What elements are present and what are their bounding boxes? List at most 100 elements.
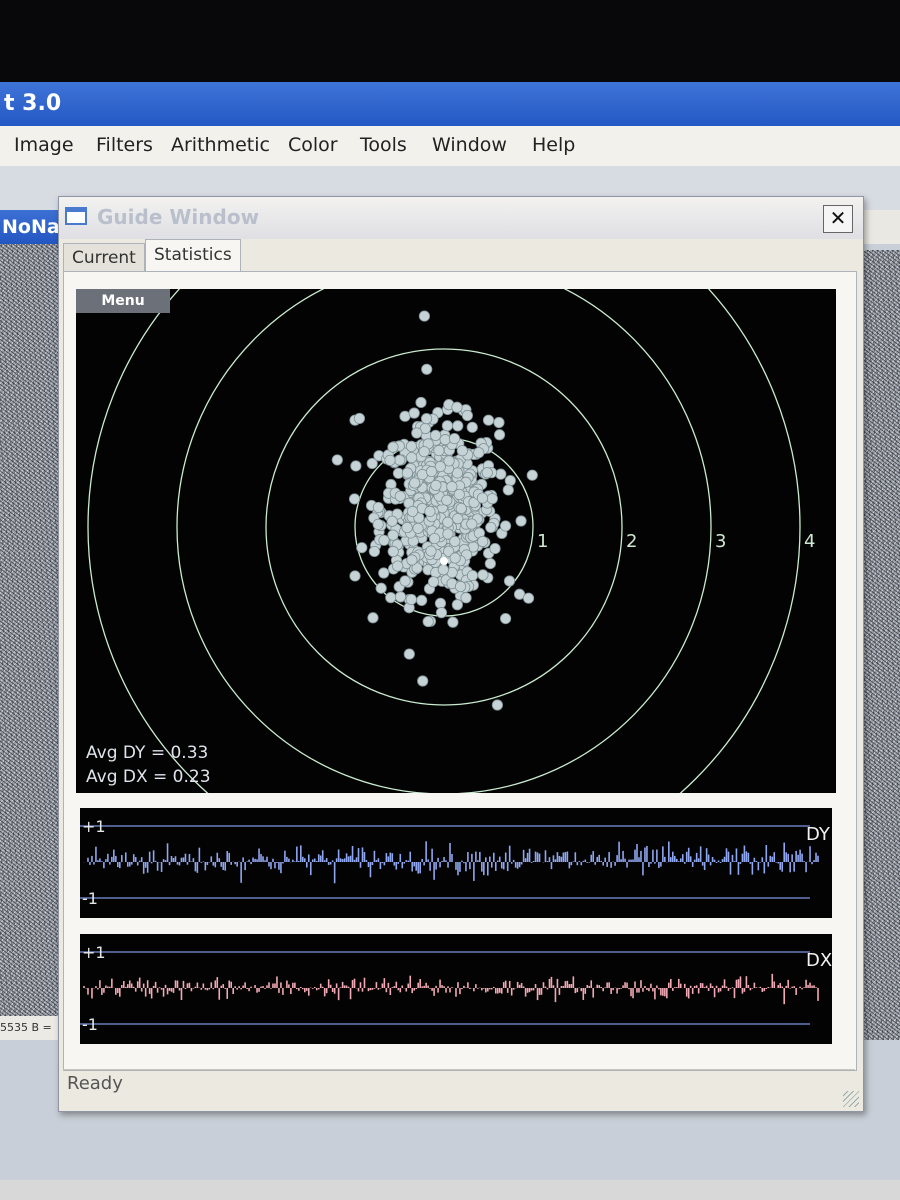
center-marker — [440, 557, 448, 565]
guide-point — [378, 534, 390, 546]
menu-image[interactable]: Image — [14, 134, 74, 156]
guide-point — [504, 475, 516, 487]
guide-point — [394, 490, 406, 502]
guide-point — [367, 612, 379, 624]
guide-point — [493, 429, 506, 441]
guide-point — [412, 522, 424, 535]
menu-bar: Image Filters Arithmetic Color Tools Win… — [0, 126, 900, 166]
guide-point — [420, 413, 433, 425]
guide-point — [425, 465, 438, 478]
menu-window[interactable]: Window — [432, 134, 507, 156]
guide-point — [401, 467, 413, 479]
guide-point — [385, 592, 397, 604]
guide-point — [466, 421, 478, 433]
ring-label-4: 4 — [804, 531, 815, 552]
guide-point — [408, 407, 420, 419]
scatter-plot: 1 2 3 4 — [87, 289, 815, 793]
guide-point — [461, 409, 473, 422]
guide-point — [366, 457, 378, 470]
guide-point — [441, 420, 454, 432]
guide-point — [405, 593, 417, 606]
menu-arithmetic[interactable]: Arithmetic — [171, 134, 270, 156]
guide-point — [493, 416, 505, 429]
guide-point — [455, 502, 467, 515]
guide-point — [447, 616, 459, 628]
window-icon — [65, 207, 87, 225]
guide-point — [378, 567, 390, 579]
image-window-left-title[interactable]: NoNa — [0, 210, 60, 244]
image-window-right[interactable] — [858, 210, 900, 1040]
guide-point — [499, 520, 512, 532]
guide-point — [502, 484, 514, 496]
guide-point — [485, 521, 497, 534]
guide-point — [433, 444, 445, 457]
tab-current[interactable]: Current — [63, 243, 145, 272]
guide-point — [430, 429, 442, 441]
guide-window-title: Guide Window — [97, 205, 260, 229]
guide-point — [481, 467, 493, 479]
guide-point — [331, 454, 343, 466]
guide-point — [394, 454, 406, 466]
guide-point — [372, 501, 384, 514]
noise-image-left — [0, 244, 60, 1016]
guide-point — [473, 447, 485, 459]
guide-point — [387, 441, 399, 453]
guide-point — [349, 570, 361, 582]
guide-point — [409, 477, 421, 489]
guide-point — [477, 535, 489, 548]
guide-window-title-bar[interactable]: Guide Window ✕ — [59, 197, 863, 239]
guide-point — [356, 542, 368, 554]
ring-label-3: 3 — [715, 531, 726, 552]
guide-point — [411, 427, 423, 439]
close-button[interactable]: ✕ — [823, 205, 853, 233]
guide-point — [491, 699, 503, 711]
guide-point — [526, 469, 538, 481]
tab-statistics[interactable]: Statistics — [145, 239, 241, 272]
guide-point — [368, 545, 381, 558]
guide-point — [434, 597, 447, 609]
monitor-bezel — [0, 0, 900, 82]
guide-point — [394, 591, 407, 603]
guide-point — [442, 516, 454, 528]
guide-point — [448, 432, 461, 445]
guide-point — [372, 518, 384, 530]
image-window-left-status: 5535 B = — [0, 1016, 60, 1040]
dx-trace-panel: +1 -1 DX — [80, 934, 832, 1044]
app-title-bar: t 3.0 — [0, 82, 900, 126]
guide-point — [451, 401, 463, 413]
guide-point — [446, 481, 458, 493]
guide-point — [477, 569, 489, 581]
image-window-right-title[interactable] — [858, 210, 900, 244]
guide-point — [401, 521, 413, 534]
guide-point — [499, 612, 512, 625]
guide-point — [441, 494, 453, 506]
guide-point — [437, 564, 449, 576]
menu-filters[interactable]: Filters — [96, 134, 153, 156]
guide-point — [452, 513, 464, 525]
guide-point — [406, 505, 419, 518]
guide-point — [466, 518, 478, 530]
guide-point — [422, 615, 434, 628]
dy-trace-panel: +1 -1 DY — [80, 808, 832, 918]
guide-point — [386, 515, 398, 527]
guide-point — [489, 542, 501, 555]
menu-tools[interactable]: Tools — [360, 134, 407, 156]
resize-grip[interactable] — [843, 1091, 859, 1107]
guide-point — [421, 363, 433, 375]
guide-point — [428, 532, 441, 545]
guide-point — [353, 412, 366, 425]
guide-point — [403, 648, 415, 660]
guide-point — [466, 569, 479, 582]
menu-color[interactable]: Color — [288, 134, 338, 156]
guide-point — [418, 310, 431, 322]
image-window-left[interactable]: NoNa 5535 B = — [0, 210, 60, 1040]
guide-point — [515, 515, 527, 527]
menu-help[interactable]: Help — [532, 134, 575, 156]
guide-point — [384, 454, 396, 466]
menu-button[interactable]: Menu — [76, 289, 170, 313]
guide-point — [449, 552, 461, 564]
dy-series-label: DY — [806, 824, 831, 845]
guide-point — [482, 414, 495, 426]
guide-point — [418, 446, 430, 458]
ring-label-2: 2 — [626, 531, 637, 552]
